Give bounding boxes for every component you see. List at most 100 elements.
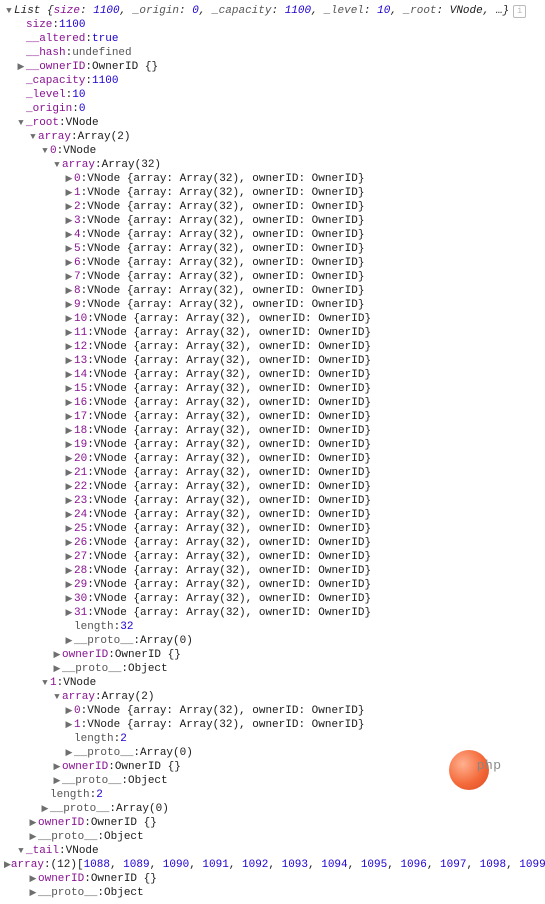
expand-arrow-icon[interactable] xyxy=(52,158,62,172)
expand-arrow-icon[interactable] xyxy=(64,508,74,522)
tail-array[interactable]: array: (12) [1088, 1089, 1090, 1091, 109… xyxy=(4,858,545,872)
node-1-ownerid[interactable]: ownerID: OwnerID {} xyxy=(4,760,545,774)
expand-arrow-icon[interactable] xyxy=(52,774,62,788)
node-0-child-2[interactable]: 2: VNode {array: Array(32), ownerID: Own… xyxy=(4,200,545,214)
node-0-child-13[interactable]: 13: VNode {array: Array(32), ownerID: Ow… xyxy=(4,354,545,368)
node-0-child-9[interactable]: 9: VNode {array: Array(32), ownerID: Own… xyxy=(4,298,545,312)
node-0-child-28[interactable]: 28: VNode {array: Array(32), ownerID: Ow… xyxy=(4,564,545,578)
node-0-child-24[interactable]: 24: VNode {array: Array(32), ownerID: Ow… xyxy=(4,508,545,522)
expand-arrow-icon[interactable] xyxy=(16,60,26,74)
root-array-proto[interactable]: __proto__: Array(0) xyxy=(4,802,545,816)
expand-arrow-icon[interactable] xyxy=(52,690,62,704)
expand-arrow-icon[interactable] xyxy=(64,186,74,200)
expand-arrow-icon[interactable] xyxy=(52,662,62,676)
node-0-child-5[interactable]: 5: VNode {array: Array(32), ownerID: Own… xyxy=(4,242,545,256)
tail-ownerid[interactable]: ownerID: OwnerID {} xyxy=(4,872,545,886)
node-0-child-19[interactable]: 19: VNode {array: Array(32), ownerID: Ow… xyxy=(4,438,545,452)
expand-arrow-icon[interactable] xyxy=(28,130,38,144)
expand-arrow-icon[interactable] xyxy=(64,606,74,620)
node-0-child-16[interactable]: 16: VNode {array: Array(32), ownerID: Ow… xyxy=(4,396,545,410)
expand-arrow-icon[interactable] xyxy=(64,634,74,648)
expand-arrow-icon[interactable] xyxy=(16,116,26,130)
expand-arrow-icon[interactable] xyxy=(28,886,38,900)
node-0-child-31[interactable]: 31: VNode {array: Array(32), ownerID: Ow… xyxy=(4,606,545,620)
expand-arrow-icon[interactable] xyxy=(40,144,50,158)
node-1-array[interactable]: array: Array(2) xyxy=(4,690,545,704)
root-proto[interactable]: __proto__: Object xyxy=(4,830,545,844)
expand-arrow-icon[interactable] xyxy=(16,844,26,858)
node-0-child-15[interactable]: 15: VNode {array: Array(32), ownerID: Ow… xyxy=(4,382,545,396)
node-0-child-11[interactable]: 11: VNode {array: Array(32), ownerID: Ow… xyxy=(4,326,545,340)
node-0-child-12[interactable]: 12: VNode {array: Array(32), ownerID: Ow… xyxy=(4,340,545,354)
expand-arrow-icon[interactable] xyxy=(64,452,74,466)
expand-arrow-icon[interactable] xyxy=(64,704,74,718)
node-0-child-3[interactable]: 3: VNode {array: Array(32), ownerID: Own… xyxy=(4,214,545,228)
node-0-child-30[interactable]: 30: VNode {array: Array(32), ownerID: Ow… xyxy=(4,592,545,606)
expand-arrow-icon[interactable] xyxy=(64,382,74,396)
info-icon[interactable]: i xyxy=(513,5,526,18)
node-0-child-29[interactable]: 29: VNode {array: Array(32), ownerID: Ow… xyxy=(4,578,545,592)
node-0-child-25[interactable]: 25: VNode {array: Array(32), ownerID: Ow… xyxy=(4,522,545,536)
node-0-child-22[interactable]: 22: VNode {array: Array(32), ownerID: Ow… xyxy=(4,480,545,494)
node-0-child-21[interactable]: 21: VNode {array: Array(32), ownerID: Ow… xyxy=(4,466,545,480)
expand-arrow-icon[interactable] xyxy=(64,284,74,298)
node-1-proto-obj[interactable]: __proto__: Object xyxy=(4,774,545,788)
expand-arrow-icon[interactable] xyxy=(64,424,74,438)
node-0-child-27[interactable]: 27: VNode {array: Array(32), ownerID: Ow… xyxy=(4,550,545,564)
expand-arrow-icon[interactable] xyxy=(64,298,74,312)
node-0-proto-arr[interactable]: __proto__: Array(0) xyxy=(4,634,545,648)
node-1-child-1[interactable]: 1: VNode {array: Array(32), ownerID: Own… xyxy=(4,718,545,732)
expand-arrow-icon[interactable] xyxy=(64,326,74,340)
node-0-ownerid[interactable]: ownerID: OwnerID {} xyxy=(4,648,545,662)
node-0-child-14[interactable]: 14: VNode {array: Array(32), ownerID: Ow… xyxy=(4,368,545,382)
expand-arrow-icon[interactable] xyxy=(64,550,74,564)
node-0-proto-obj[interactable]: __proto__: Object xyxy=(4,662,545,676)
expand-arrow-icon[interactable] xyxy=(52,760,62,774)
expand-arrow-icon[interactable] xyxy=(28,872,38,886)
expand-arrow-icon[interactable] xyxy=(64,480,74,494)
expand-arrow-icon[interactable] xyxy=(64,270,74,284)
expand-arrow-icon[interactable] xyxy=(64,340,74,354)
expand-arrow-icon[interactable] xyxy=(64,172,74,186)
expand-arrow-icon[interactable] xyxy=(64,256,74,270)
node-0-child-26[interactable]: 26: VNode {array: Array(32), ownerID: Ow… xyxy=(4,536,545,550)
expand-arrow-icon[interactable] xyxy=(4,858,11,872)
node-0-child-1[interactable]: 1: VNode {array: Array(32), ownerID: Own… xyxy=(4,186,545,200)
expand-arrow-icon[interactable] xyxy=(64,228,74,242)
expand-arrow-icon[interactable] xyxy=(64,242,74,256)
expand-arrow-icon[interactable] xyxy=(64,536,74,550)
node-0-child-23[interactable]: 23: VNode {array: Array(32), ownerID: Ow… xyxy=(4,494,545,508)
node-1-proto-arr[interactable]: __proto__: Array(0) xyxy=(4,746,545,760)
tree-root[interactable]: List {size: 1100, _origin: 0, _capacity:… xyxy=(4,4,545,18)
prop-_root[interactable]: _root: VNode xyxy=(4,116,545,130)
expand-arrow-icon[interactable] xyxy=(64,214,74,228)
expand-arrow-icon[interactable] xyxy=(64,592,74,606)
node-1[interactable]: 1: VNode xyxy=(4,676,545,690)
node-0-child-0[interactable]: 0: VNode {array: Array(32), ownerID: Own… xyxy=(4,172,545,186)
expand-arrow-icon[interactable] xyxy=(64,410,74,424)
expand-arrow-icon[interactable] xyxy=(64,522,74,536)
expand-arrow-icon[interactable] xyxy=(64,200,74,214)
tail-proto[interactable]: __proto__: Object xyxy=(4,886,545,900)
expand-arrow-icon[interactable] xyxy=(40,802,50,816)
node-0-child-18[interactable]: 18: VNode {array: Array(32), ownerID: Ow… xyxy=(4,424,545,438)
prop-__ownerID[interactable]: __ownerID: OwnerID {} xyxy=(4,60,545,74)
node-0-child-10[interactable]: 10: VNode {array: Array(32), ownerID: Ow… xyxy=(4,312,545,326)
node-0-child-6[interactable]: 6: VNode {array: Array(32), ownerID: Own… xyxy=(4,256,545,270)
root-array[interactable]: array: Array(2) xyxy=(4,130,545,144)
node-0-child-20[interactable]: 20: VNode {array: Array(32), ownerID: Ow… xyxy=(4,452,545,466)
expand-arrow-icon[interactable] xyxy=(52,648,62,662)
expand-arrow-icon[interactable] xyxy=(64,718,74,732)
expand-arrow-icon[interactable] xyxy=(64,368,74,382)
node-1-child-0[interactable]: 0: VNode {array: Array(32), ownerID: Own… xyxy=(4,704,545,718)
expand-arrow-icon[interactable] xyxy=(64,312,74,326)
expand-arrow-icon[interactable] xyxy=(64,466,74,480)
expand-arrow-icon[interactable] xyxy=(40,676,50,690)
node-0-child-4[interactable]: 4: VNode {array: Array(32), ownerID: Own… xyxy=(4,228,545,242)
expand-arrow-icon[interactable] xyxy=(64,746,74,760)
expand-arrow-icon[interactable] xyxy=(64,578,74,592)
expand-arrow-icon[interactable] xyxy=(64,438,74,452)
expand-arrow-icon[interactable] xyxy=(28,830,38,844)
expand-arrow-icon[interactable] xyxy=(64,396,74,410)
node-0-child-8[interactable]: 8: VNode {array: Array(32), ownerID: Own… xyxy=(4,284,545,298)
